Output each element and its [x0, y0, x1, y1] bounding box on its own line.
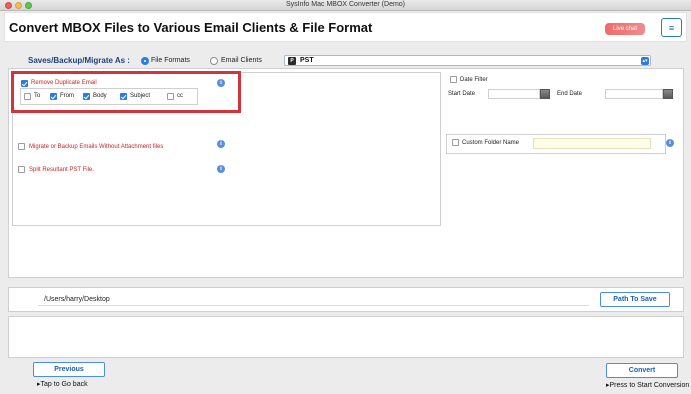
log-panel	[8, 316, 684, 358]
select-arrows-icon: ▴▾	[641, 57, 649, 65]
previous-button[interactable]: Previous	[33, 362, 105, 377]
split-pst-label: Split Resultant PST File.	[29, 167, 94, 173]
live-chat-button[interactable]: Live chat	[605, 23, 645, 35]
custom-folder-info-icon[interactable]: i	[666, 139, 674, 147]
page-title: Convert MBOX Files to Various Email Clie…	[9, 20, 373, 35]
window-titlebar: SysInfo Mac MBOX Converter (Demo)	[0, 0, 691, 11]
file-formats-label: File Formats	[151, 57, 190, 64]
split-pst-info-icon[interactable]: i	[217, 165, 225, 173]
split-pst-checkbox[interactable]	[18, 166, 25, 173]
end-date-picker-button[interactable]	[663, 89, 673, 99]
start-date-label: Start Date	[448, 91, 476, 97]
without-attachment-info-icon[interactable]: i	[217, 140, 225, 148]
destination-path[interactable]: /Users/harry/Desktop	[44, 296, 110, 303]
custom-folder-label: Custom Folder Name	[462, 140, 520, 146]
app-header: Convert MBOX Files to Various Email Clie…	[4, 12, 687, 42]
window-title: SysInfo Mac MBOX Converter (Demo)	[285, 1, 406, 8]
highlight-box	[11, 71, 241, 113]
end-date-label: End Date	[557, 91, 583, 97]
custom-folder-checkbox[interactable]	[452, 139, 459, 146]
email-clients-label: Email Clients	[221, 57, 262, 64]
format-select[interactable]: P PST ▴▾	[284, 55, 651, 66]
path-to-save-button[interactable]: Path To Save	[600, 292, 670, 307]
previous-hint: ▸Tap to Go back	[37, 381, 88, 388]
custom-folder-input[interactable]	[533, 138, 651, 149]
convert-hint: ▸Press to Start Conversion	[606, 382, 690, 389]
pst-file-icon: P	[288, 57, 296, 65]
without-attachment-checkbox[interactable]	[18, 143, 25, 150]
date-filter-checkbox[interactable]	[450, 76, 457, 83]
file-formats-radio[interactable]	[141, 57, 149, 65]
convert-button[interactable]: Convert	[606, 363, 678, 378]
save-as-label: Saves/Backup/Migrate As :	[28, 56, 130, 65]
hamburger-menu-icon: ≡	[668, 22, 675, 33]
email-clients-radio[interactable]	[210, 57, 218, 65]
menu-button[interactable]: ≡	[661, 18, 682, 37]
date-filter-label: Date Filter	[460, 77, 488, 83]
end-date-input[interactable]	[605, 89, 663, 99]
start-date-input[interactable]	[488, 89, 540, 99]
format-select-value: PST	[300, 57, 314, 64]
path-underline	[38, 305, 589, 306]
start-date-picker-button[interactable]	[540, 89, 550, 99]
without-attachment-label: Migrate or Backup Emails Without Attachm…	[29, 144, 164, 150]
